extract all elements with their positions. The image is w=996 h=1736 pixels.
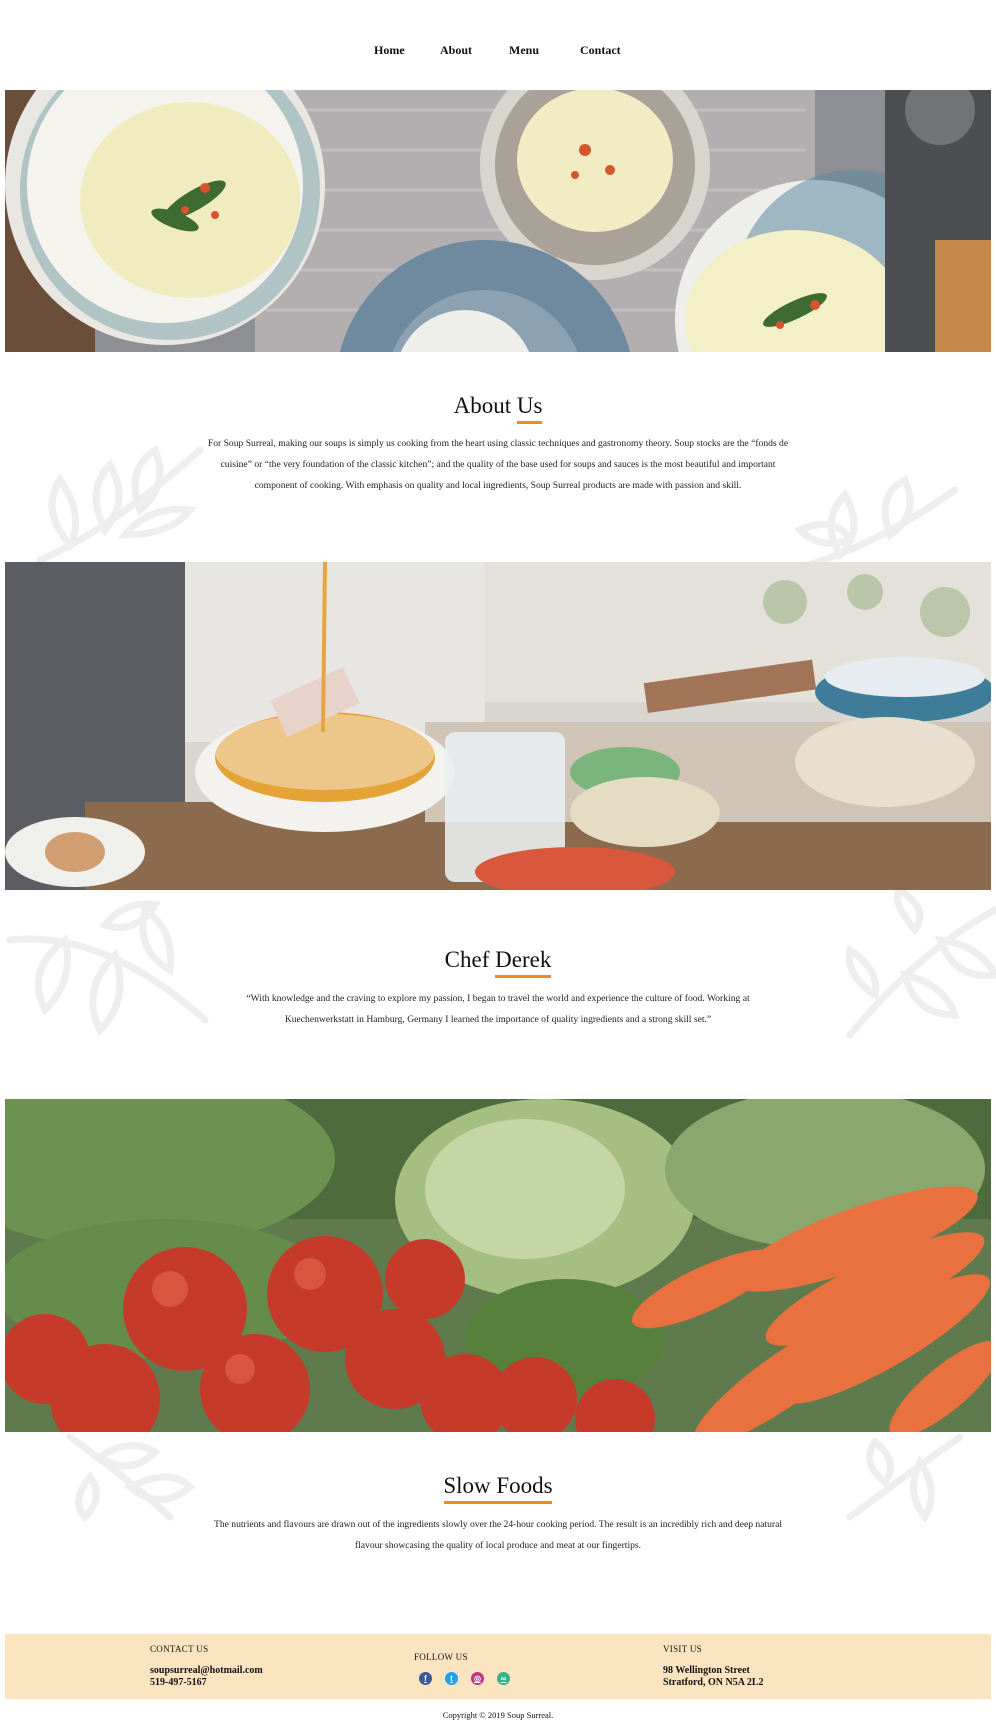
vegetables-image	[5, 1099, 991, 1432]
contact-email-link[interactable]: soupsurreal@hotmail.com	[150, 1665, 263, 1677]
nav-contact[interactable]: Contact	[580, 43, 621, 58]
facebook-icon[interactable]: f	[419, 1672, 432, 1685]
address-street: 98 Wellington Street	[663, 1665, 750, 1676]
chef-title-underline	[495, 975, 551, 978]
address-city: Stratford, ON N5A 2L2	[663, 1677, 764, 1688]
leaf-decoration-left	[36, 444, 204, 564]
about-title: About Us	[453, 393, 543, 418]
instagram-icon[interactable]: ◎	[471, 1672, 484, 1685]
hero-soup-bowls-image	[5, 90, 991, 352]
copyright: Copyright © 2019 Soup Surreal.	[442, 1710, 554, 1720]
twitter-icon[interactable]: t	[445, 1672, 458, 1685]
footer: CONTACT US soupsurreal@hotmail.com 519-4…	[5, 1634, 991, 1699]
chef-text: “With knowledge and the craving to explo…	[246, 993, 750, 1025]
tripadvisor-icon[interactable]: ∞	[497, 1672, 510, 1685]
slow-foods-text: The nutrients and flavours are drawn out…	[213, 1519, 783, 1551]
contact-us-label: CONTACT US	[150, 1644, 209, 1654]
nav-home[interactable]: Home	[374, 43, 405, 58]
nav-menu[interactable]: Menu	[509, 43, 539, 58]
chef-title: Chef Derek	[444, 947, 552, 972]
nav-about[interactable]: About	[440, 43, 472, 58]
follow-us-label: FOLLOW US	[414, 1652, 468, 1662]
slow-foods-title-underline	[444, 1501, 552, 1504]
top-nav: Home About Menu Contact	[0, 0, 996, 90]
visit-us-label: VISIT US	[663, 1644, 702, 1654]
about-title-underline	[517, 421, 542, 424]
slow-foods-title: Slow Foods	[443, 1473, 553, 1498]
contact-phone: 519-497-5167	[150, 1677, 207, 1688]
about-text: For Soup Surreal, making our soups is si…	[207, 438, 789, 491]
cooking-image	[5, 562, 991, 890]
